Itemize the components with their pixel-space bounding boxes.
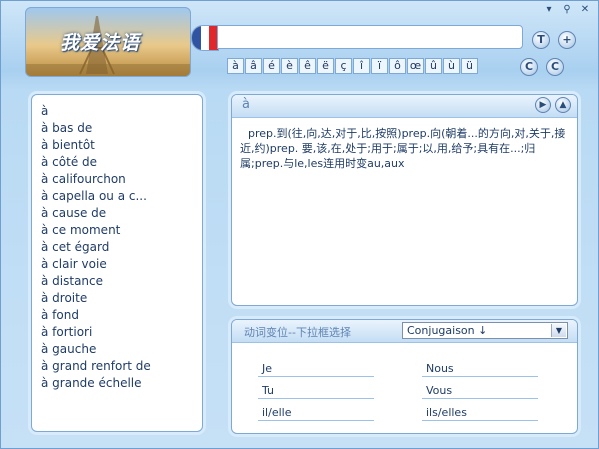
word-list-item[interactable]: à fortiori [41, 324, 193, 341]
accent-key[interactable]: ù [443, 58, 460, 74]
pronoun-il-elle: il/elle [262, 406, 292, 419]
copy-icon[interactable]: C [520, 58, 538, 76]
accent-key[interactable]: ü [461, 58, 478, 74]
search-input[interactable] [217, 25, 523, 49]
headword: à [242, 97, 250, 112]
pin-icon[interactable]: ⚲ [560, 4, 574, 16]
word-list: àà bas de à bientôt à côté de à califourcho… [31, 94, 203, 432]
accent-key[interactable]: ë [317, 58, 334, 74]
word-list-item[interactable]: à grand renfort de [41, 358, 193, 375]
close-icon[interactable]: ✕ [578, 4, 592, 16]
accent-key[interactable]: é [263, 58, 280, 74]
collapse-icon[interactable]: ▲ [555, 97, 571, 113]
accent-key[interactable]: è [281, 58, 298, 74]
word-list-item[interactable]: à côté de [41, 154, 193, 171]
word-list-item[interactable]: à droite [41, 290, 193, 307]
flag-stripe [192, 26, 201, 50]
word-list-item[interactable]: à [41, 103, 193, 120]
add-button[interactable]: + [558, 31, 576, 49]
word-list-item[interactable]: à distance [41, 273, 193, 290]
accent-key[interactable]: à [227, 58, 244, 74]
cut-icon[interactable]: C [546, 58, 564, 76]
accent-key[interactable]: ê [299, 58, 316, 74]
dropdown-icon[interactable]: ▾ [542, 4, 556, 16]
accent-key[interactable]: ô [389, 58, 406, 74]
word-list-item[interactable]: à cet égard [41, 239, 193, 256]
french-flag-icon [191, 25, 219, 51]
pronoun-vous: Vous [426, 384, 453, 397]
accent-key[interactable]: î [353, 58, 370, 74]
conjugation-panel: 动词变位--下拉框选择 Conjugaison ↓ ▼ Je Tu il/ell… [231, 319, 578, 434]
definition-panel: à ▶ ▲ prep.到(往,向,达,对于,比,按照)prep.向(朝着...的… [231, 94, 578, 306]
conjugation-select[interactable]: Conjugaison ↓ ▼ [402, 322, 568, 339]
window-controls: ▾ ⚲ ✕ [542, 4, 592, 16]
word-list-item[interactable]: à gauche [41, 341, 193, 358]
word-list-item[interactable]: à bas de [41, 120, 193, 137]
accent-key[interactable]: ç [335, 58, 352, 74]
flag-stripe [200, 26, 210, 50]
chevron-down-icon[interactable]: ▼ [551, 324, 566, 337]
play-icon[interactable]: ▶ [535, 97, 551, 113]
pronoun-tu: Tu [262, 384, 275, 397]
accent-key[interactable]: û [425, 58, 442, 74]
word-list-item[interactable]: à cause de [41, 205, 193, 222]
word-list-item[interactable]: à ce moment [41, 222, 193, 239]
divider [258, 398, 374, 399]
word-list-item[interactable]: à fond [41, 307, 193, 324]
pronoun-je: Je [262, 362, 273, 375]
definition-text: prep.到(往,向,达,对于,比,按照)prep.向(朝着...的方向,对,关… [240, 127, 566, 170]
accent-key[interactable]: œ [407, 58, 424, 74]
conjugation-header: 动词变位--下拉框选择 Conjugaison ↓ ▼ [232, 320, 577, 343]
accent-keyboard: àâéèêëçîïôœûùü [227, 58, 479, 74]
word-list-item[interactable]: à capella ou a c... [41, 188, 193, 205]
app-window: ▾ ⚲ ✕ 我爱法语 T + àâéèêëçîïôœûùü C C àà bas… [0, 0, 599, 449]
word-list-item[interactable]: à califourchon [41, 171, 193, 188]
logo-text: 我爱法语 [60, 32, 141, 54]
divider [258, 376, 374, 377]
pronoun-nous: Nous [426, 362, 454, 375]
conjugation-title: 动词变位--下拉框选择 [244, 326, 351, 339]
conjugation-select-value: Conjugaison ↓ [407, 324, 488, 337]
word-list-item[interactable]: à bientôt [41, 137, 193, 154]
divider [422, 420, 538, 421]
divider [422, 376, 538, 377]
definition-header: à ▶ ▲ [232, 95, 577, 118]
word-list-item[interactable]: à clair voie [41, 256, 193, 273]
accent-key[interactable]: â [245, 58, 262, 74]
divider [422, 398, 538, 399]
app-logo: 我爱法语 [25, 7, 191, 77]
translate-button[interactable]: T [532, 31, 550, 49]
word-list-item[interactable]: à grande échelle [41, 375, 193, 392]
accent-key[interactable]: ï [371, 58, 388, 74]
pronoun-ils-elles: ils/elles [426, 406, 467, 419]
divider [258, 420, 374, 421]
